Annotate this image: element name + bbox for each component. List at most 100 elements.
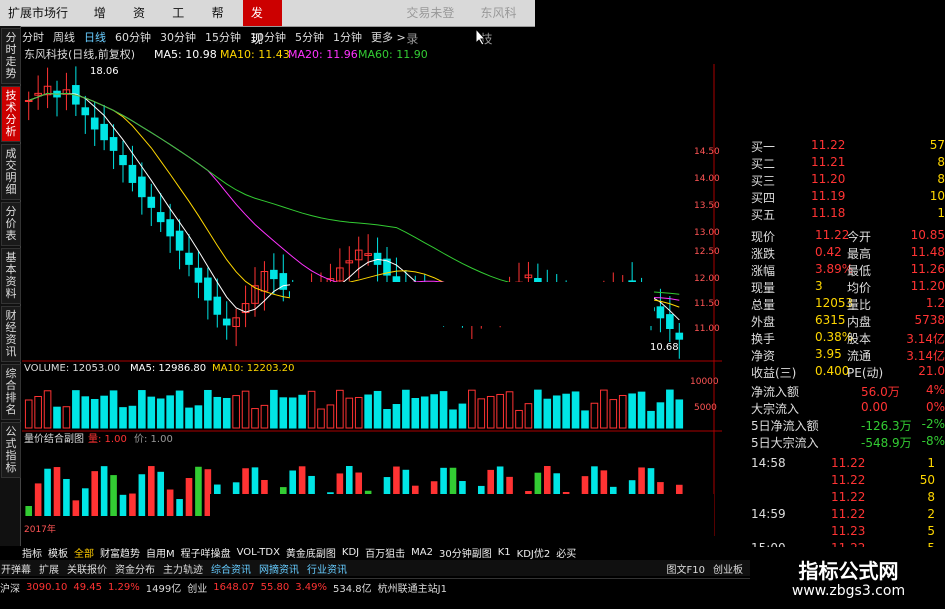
period-5m[interactable]: 5分钟 <box>295 29 324 45</box>
order-book-row[interactable]: 买五 11.18 1 <box>751 206 945 223</box>
order-book-row[interactable]: 买三 11.20 8 <box>751 172 945 189</box>
volume-bar <box>449 409 457 429</box>
indicator-tab[interactable]: 百万狙击 <box>365 545 405 560</box>
indicator-tab[interactable]: KDJ优2 <box>517 545 551 560</box>
indicator-tab[interactable]: VOL-TDX <box>237 547 280 558</box>
period-30m[interactable]: 30分钟 <box>160 29 196 45</box>
sh-value: 3090.10 <box>26 581 68 593</box>
volume-bar <box>34 396 42 429</box>
vol-ma5-label: MA5: 12986.80 <box>130 363 206 374</box>
period-15m[interactable]: 15分钟 <box>205 29 241 45</box>
menu-item-news[interactable]: 资讯 <box>125 0 164 46</box>
link-item[interactable]: 开弹幕 <box>0 561 32 576</box>
period-1m[interactable]: 1分钟 <box>333 29 362 45</box>
sh-pct: 1.29% <box>108 581 140 593</box>
server-label[interactable]: 杭州联通主站J1 <box>378 580 447 595</box>
indicator-tab[interactable]: 程子咩操盘 <box>181 545 231 560</box>
menu-item-help[interactable]: 帮助 <box>204 0 243 46</box>
quote-label: 换手 <box>751 332 776 346</box>
indicator-tab-bar: 指标 模板 全部 财富趋势 自用M 程子咩操盘 VOL-TDX 黄金底副图 KDJ 百万狙击 MA2… <box>22 544 742 560</box>
vtab-formula[interactable]: 公式指标 <box>1 422 21 478</box>
flow-row: 5日净流入额 -126.3万 -2% <box>751 417 945 434</box>
period-timeshare[interactable]: 分时 <box>22 29 44 45</box>
indicator-tab[interactable]: 黄金底副图 <box>286 545 336 560</box>
candle-body <box>119 155 127 166</box>
link-item[interactable]: 综合资讯 <box>210 561 252 576</box>
indicator-bar <box>110 475 117 516</box>
indicator-tab[interactable]: 必买 <box>556 545 576 560</box>
vtab-profile[interactable]: 基本资料 <box>1 248 21 304</box>
volume-bar <box>72 390 80 429</box>
indicator-tab[interactable]: 自用M <box>146 545 175 560</box>
candle-body <box>90 117 99 130</box>
indicator-tab[interactable]: MA2 <box>411 547 433 558</box>
vtab-finance-news[interactable]: 财经资讯 <box>1 306 21 362</box>
link-item[interactable]: 网摘资讯 <box>258 561 300 576</box>
volume-bar <box>336 389 344 429</box>
period-week[interactable]: 周线 <box>53 29 75 45</box>
link-item[interactable]: 资金分布 <box>114 561 156 576</box>
order-price: 11.19 <box>811 189 846 203</box>
order-book-row[interactable]: 买一 11.22 57 <box>751 138 945 155</box>
price-tick: 14.50 <box>694 147 720 157</box>
vtab-ranking[interactable]: 综合排名 <box>1 364 21 420</box>
indicator-bar <box>72 500 80 516</box>
tick-price: 11.22 <box>831 490 866 504</box>
order-book-row[interactable]: 买四 11.19 10 <box>751 189 945 206</box>
tick-row: 14:58 11.22 1 <box>751 456 945 473</box>
link-item[interactable]: 关联报价 <box>66 561 108 576</box>
vtab-technical[interactable]: 技术分析 <box>1 86 21 142</box>
order-book-row[interactable]: 买二 11.21 8 <box>751 155 945 172</box>
order-volume: 10 <box>929 189 945 203</box>
volume-bar <box>43 390 52 429</box>
menu-item-enhance[interactable]: 增强 <box>86 0 125 46</box>
indicator-name: 量价结合副图 <box>24 432 84 445</box>
period-day[interactable]: 日线 <box>84 29 106 45</box>
volume-bar <box>505 391 514 429</box>
quote-value: 3.14亿 <box>906 332 945 346</box>
volume-bar <box>364 394 372 429</box>
indicator-tab[interactable]: 财富趋势 <box>100 545 140 560</box>
indicator-tab[interactable]: 30分钟副图 <box>439 545 492 560</box>
order-volume: 8 <box>937 155 945 169</box>
indicator-tab[interactable]: K1 <box>498 547 511 558</box>
period-10m[interactable]: 10分钟 <box>250 29 286 45</box>
quote-row: 涨跌 0.42 最高 11.48 <box>751 245 945 262</box>
quote-row: 涨幅 3.89% 最低 11.26 <box>751 262 945 279</box>
quote-value: 1.2 <box>925 296 945 310</box>
link-item-right[interactable]: 创业板 <box>712 561 744 576</box>
indicator-tab[interactable]: 模板 <box>48 545 68 560</box>
indicator-bar <box>44 468 51 516</box>
redacted-block <box>290 282 654 326</box>
volume-bar <box>53 406 61 429</box>
indicator-bar <box>119 494 127 516</box>
menu-item-trade-login[interactable]: 交易未登录 <box>398 0 472 46</box>
candle-body <box>138 176 146 198</box>
indicator-tab[interactable]: 指标 <box>22 545 42 560</box>
link-item-right[interactable]: 图文F10 <box>666 561 706 576</box>
volume-bar <box>590 402 599 429</box>
period-more[interactable]: 更多 > <box>371 29 406 45</box>
link-item[interactable]: 行业资讯 <box>306 561 348 576</box>
kline-chart[interactable]: 东风科技(日线,前复权) MA5: 10.98 MA10: 11.43 MA20… <box>22 46 722 536</box>
vol-axis-tick: 10000 <box>690 377 719 387</box>
volume-bar <box>458 403 467 429</box>
indicator-tab[interactable]: 全部 <box>74 545 94 560</box>
volume-bar <box>486 395 495 429</box>
indicator-tab[interactable]: KDJ <box>342 547 359 558</box>
vtab-timeshare[interactable]: 分时走势 <box>1 28 21 84</box>
menu-item-stock-name[interactable]: 东风科技 <box>472 0 535 46</box>
link-item[interactable]: 主力轨迹 <box>162 561 204 576</box>
vol-axis-tick: 5000 <box>694 403 717 413</box>
link-item[interactable]: 扩展 <box>38 561 60 576</box>
vtab-deals[interactable]: 成交明细 <box>1 144 21 200</box>
volume-label: VOLUME: 12053.00 <box>24 363 120 374</box>
status-bar: 沪深 3090.10 49.45 1.29% 1499亿 创业 1648.07 … <box>0 578 750 595</box>
flow-value: 0.00 <box>861 400 888 414</box>
high-price-label: 18.06 <box>90 66 119 77</box>
menu-item-discover[interactable]: 发现 <box>242 0 283 46</box>
menu-item-ext-market[interactable]: 扩展市场行情 <box>0 0 86 46</box>
vtab-pricetable[interactable]: 分价表 <box>1 202 21 246</box>
period-60m[interactable]: 60分钟 <box>115 29 151 45</box>
menu-item-tools[interactable]: 工具 <box>164 0 203 46</box>
